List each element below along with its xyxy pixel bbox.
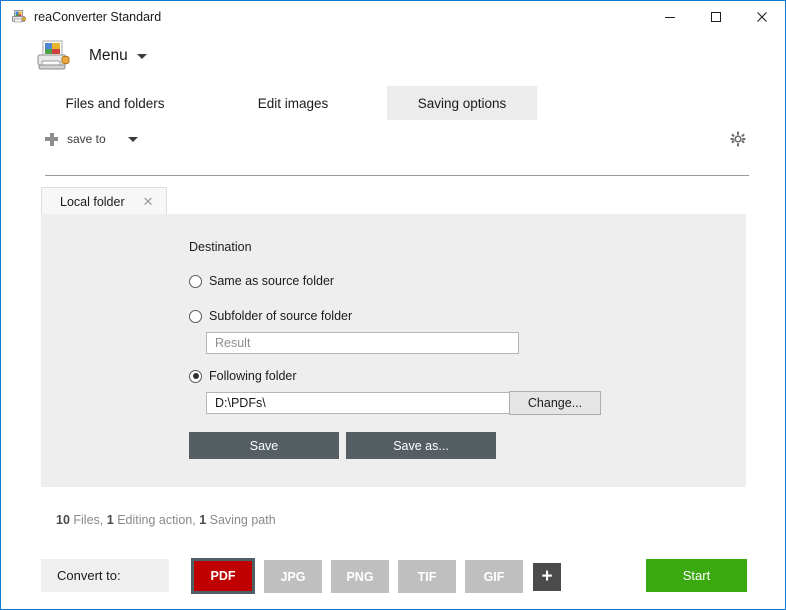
format-button-tif[interactable]: TIF xyxy=(398,560,456,593)
application-window: reaConverter Standard Menu Files and fol… xyxy=(0,0,786,610)
start-button[interactable]: Start xyxy=(646,559,747,592)
editing-label: Editing action, xyxy=(117,513,196,527)
radio-label: Subfolder of source folder xyxy=(209,309,353,323)
format-button-pdf[interactable]: PDF xyxy=(191,558,255,594)
convert-to-label: Convert to: xyxy=(41,559,169,592)
gear-icon[interactable] xyxy=(727,128,749,150)
window-title: reaConverter Standard xyxy=(34,9,162,24)
saving-label: Saving path xyxy=(209,513,276,527)
maximize-icon[interactable] xyxy=(693,1,739,32)
format-selector: PDF JPG PNG TIF GIF + xyxy=(191,558,561,594)
plus-icon[interactable] xyxy=(45,132,58,146)
status-summary: 10 Files, 1 Editing action, 1 Saving pat… xyxy=(56,513,276,527)
close-icon[interactable]: ✕ xyxy=(143,195,154,208)
chevron-down-icon[interactable] xyxy=(136,53,147,59)
radio-subfolder-of-source-folder[interactable]: Subfolder of source folder xyxy=(189,309,352,323)
subtab-local-folder-label: Local folder xyxy=(60,194,125,209)
save-to-toolbar: save to xyxy=(1,124,785,154)
minimize-icon[interactable] xyxy=(647,1,693,32)
change-folder-button[interactable]: Change... xyxy=(509,391,601,415)
files-label: Files, xyxy=(73,513,104,527)
radio-label: Same as source folder xyxy=(209,274,335,288)
menu-label[interactable]: Menu xyxy=(89,47,128,65)
format-button-jpg[interactable]: JPG xyxy=(264,560,322,593)
chevron-down-icon[interactable] xyxy=(127,136,138,142)
title-bar: reaConverter Standard xyxy=(1,1,785,32)
subfolder-name-input[interactable]: Result xyxy=(206,332,519,354)
tab-files-and-folders[interactable]: Files and folders xyxy=(35,86,195,120)
subtab-local-folder[interactable]: Local folder ✕ xyxy=(41,187,167,215)
format-button-png[interactable]: PNG xyxy=(331,560,389,593)
main-tabs: Files and folders Edit images Saving opt… xyxy=(1,86,785,120)
title-bar-left: reaConverter Standard xyxy=(1,1,161,32)
format-button-gif[interactable]: GIF xyxy=(465,560,523,593)
save-as-button[interactable]: Save as... xyxy=(346,432,496,459)
printer-icon xyxy=(11,9,27,25)
radio-indicator[interactable] xyxy=(189,369,202,383)
sub-tabs: Local folder ✕ xyxy=(41,187,167,215)
printer-image-icon xyxy=(35,39,73,73)
radio-label: Following folder xyxy=(209,369,297,383)
radio-same-as-source-folder[interactable]: Same as source folder xyxy=(189,274,334,288)
radio-following-folder[interactable]: Following folder xyxy=(189,369,297,383)
save-to-label[interactable]: save to xyxy=(67,132,106,146)
window-controls xyxy=(647,1,785,32)
tab-edit-images[interactable]: Edit images xyxy=(223,86,363,120)
radio-indicator[interactable] xyxy=(189,309,202,323)
destination-title: Destination xyxy=(189,240,252,254)
radio-indicator[interactable] xyxy=(189,274,202,288)
close-icon[interactable] xyxy=(739,1,785,32)
saving-count: 1 xyxy=(199,513,207,527)
files-count: 10 xyxy=(56,513,70,527)
toolbar-divider xyxy=(45,175,749,176)
add-format-button[interactable]: + xyxy=(533,562,561,591)
editing-count: 1 xyxy=(106,513,114,527)
destination-folder-input[interactable]: D:\PDFs\ xyxy=(206,392,519,414)
save-button[interactable]: Save xyxy=(189,432,339,459)
tab-saving-options[interactable]: Saving options xyxy=(387,86,537,120)
saving-options-panel: Destination Same as source folder Subfol… xyxy=(41,214,746,487)
menu-bar: Menu xyxy=(1,32,785,80)
